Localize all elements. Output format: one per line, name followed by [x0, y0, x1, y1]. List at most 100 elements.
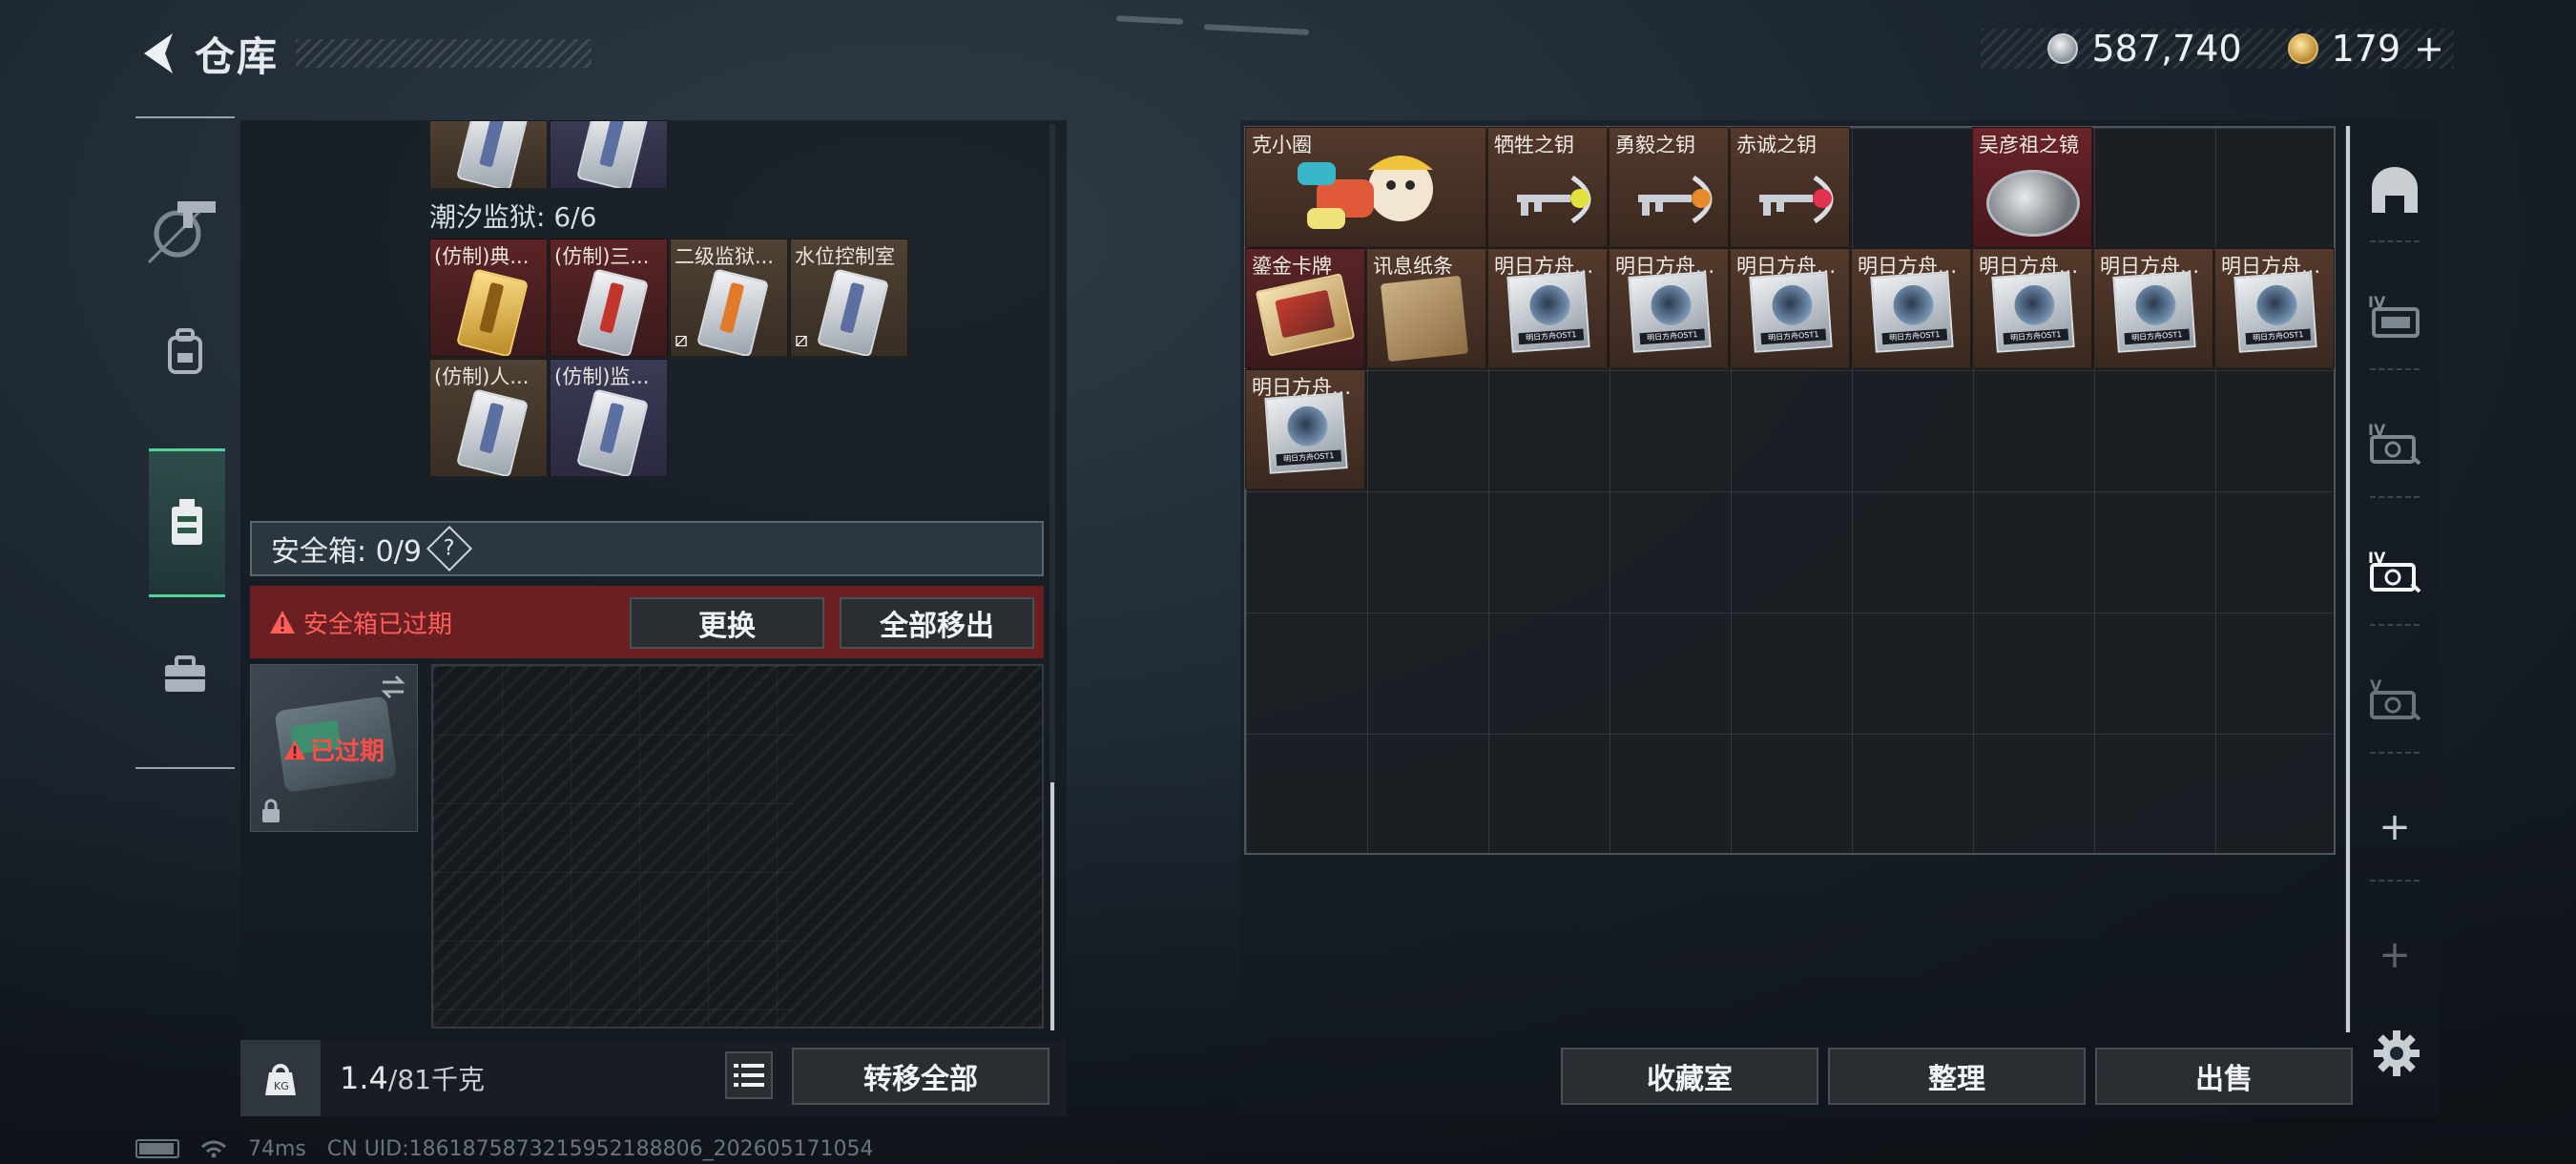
- ost-album-image: 明日方舟OST1: [1749, 271, 1833, 353]
- section-title: 潮汐监狱: 6/6: [429, 201, 597, 233]
- silver-coin-icon: [2047, 33, 2079, 64]
- stash-item[interactable]: (仿制)监...: [550, 359, 668, 477]
- silver-amount: 587,740: [2091, 28, 2242, 70]
- key-icon: [1517, 176, 1591, 223]
- storage-case-icon: IV: [2368, 421, 2421, 466]
- stash-item[interactable]: (仿制)三...: [550, 239, 668, 357]
- damaged-icon: ⧄: [675, 328, 688, 352]
- stash-item[interactable]: (仿制)典...: [429, 239, 548, 357]
- gun-icon: [147, 201, 216, 264]
- storage-item[interactable]: 明日方舟... 明日方舟OST1: [2093, 248, 2213, 368]
- back-arrow-icon[interactable]: [134, 27, 181, 80]
- mirror-image: [1986, 170, 2080, 237]
- swap-icon[interactable]: [379, 673, 407, 701]
- backpack-icon: [168, 328, 202, 374]
- key-icon: [1638, 176, 1713, 223]
- key-icon: [1759, 176, 1834, 223]
- svg-text:KG: KG: [274, 1080, 289, 1092]
- lock-icon: [262, 799, 280, 822]
- sell-button[interactable]: 出售: [2095, 1048, 2353, 1105]
- vest-icon: [172, 499, 202, 545]
- storage-item[interactable]: 吴彦祖之镜: [1972, 127, 2092, 247]
- gold-coin-icon: [2287, 33, 2318, 64]
- safebox-header: 安全箱: 0/9 ?: [250, 521, 1044, 576]
- help-button[interactable]: ?: [426, 525, 472, 572]
- stash-item[interactable]: 二级监狱... ⧄: [670, 239, 788, 357]
- title-decoration: [296, 39, 592, 68]
- ost-album-image: 明日方舟OST1: [2233, 271, 2317, 353]
- storage-item[interactable]: 明日方舟... 明日方舟OST1: [2214, 248, 2335, 368]
- plus-icon: +: [2379, 933, 2411, 977]
- replace-button[interactable]: 更换: [630, 597, 824, 649]
- storage-item[interactable]: 鎏金卡牌: [1245, 248, 1365, 368]
- list-view-button[interactable]: [725, 1051, 773, 1099]
- storage-page-nav: IV IV IV V + +: [2360, 126, 2429, 1118]
- toolbox-tab[interactable]: [135, 613, 235, 737]
- safebox-case-slot[interactable]: 已过期: [250, 664, 418, 832]
- storage-page-3-active[interactable]: IV: [2360, 508, 2429, 635]
- gold-amount: 179: [2331, 28, 2401, 70]
- transfer-all-button[interactable]: 转移全部: [792, 1048, 1049, 1105]
- ost-album-image: 明日方舟OST1: [1628, 271, 1712, 353]
- storage-item[interactable]: 明日方舟... 明日方舟OST1: [1487, 248, 1608, 368]
- ost-album-image: 明日方舟OST1: [2112, 271, 2196, 353]
- ost-album-image: 明日方舟OST1: [1870, 271, 1954, 353]
- backpack-tab[interactable]: [135, 290, 235, 414]
- storage-item[interactable]: 明日方舟... 明日方舟OST1: [1851, 248, 1971, 368]
- loadout-bottom-bar: KG 1.4/81千克 转移全部: [240, 1040, 1067, 1116]
- gold-add-button[interactable]: +: [2414, 28, 2444, 70]
- status-bar: 74ms CN UID:1861875873215952188806_20260…: [135, 1136, 874, 1161]
- storage-item[interactable]: 明日方舟... 明日方舟OST1: [1609, 248, 1729, 368]
- add-storage-page-button[interactable]: +: [2360, 763, 2429, 891]
- expired-notice: 安全箱已过期: [303, 610, 453, 639]
- vest-tab[interactable]: [149, 448, 225, 597]
- list-icon: [734, 1064, 764, 1087]
- wifi-icon: [201, 1140, 226, 1158]
- safebox-grid[interactable]: [431, 664, 1044, 1029]
- storage-item[interactable]: 牺牲之钥: [1487, 127, 1608, 247]
- page-title: 仓库: [195, 32, 280, 80]
- storage-item[interactable]: 明日方舟... 明日方舟OST1: [1730, 248, 1850, 368]
- weight-readout: 1.4/81千克: [340, 1060, 485, 1096]
- stash-item[interactable]: 水位控制室 ⧄: [790, 239, 908, 357]
- sort-button[interactable]: 整理: [1828, 1048, 2086, 1105]
- ost-album-image: 明日方舟OST1: [1506, 271, 1590, 353]
- storage-item[interactable]: 讯息纸条: [1366, 248, 1486, 368]
- safebox-title: 安全箱: 0/9: [271, 535, 422, 569]
- battery-icon: [135, 1139, 179, 1158]
- storage-item[interactable]: 明日方舟... 明日方舟OST1: [1245, 369, 1365, 489]
- storage-scroll-thumb[interactable]: [2346, 126, 2350, 1032]
- gear-icon[interactable]: [2372, 1029, 2421, 1078]
- storage-case-icon: IV: [2368, 549, 2421, 593]
- left-nav: [135, 116, 239, 769]
- warning-icon: [270, 611, 295, 634]
- ost-album-image: 明日方舟OST1: [1264, 392, 1348, 474]
- weight-icon: KG: [240, 1040, 321, 1116]
- storage-item[interactable]: 克小圈: [1245, 127, 1486, 247]
- paper-note-image: [1380, 275, 1469, 363]
- stash-slot-partial[interactable]: [429, 120, 548, 189]
- storage-page-4[interactable]: V: [2360, 635, 2429, 763]
- storage-page-1[interactable]: IV: [2360, 252, 2429, 380]
- plus-icon: +: [2379, 805, 2411, 849]
- stash-item[interactable]: (仿制)人...: [429, 359, 548, 477]
- storage-page-2[interactable]: IV: [2360, 380, 2429, 508]
- storage-item[interactable]: 勇毅之钥: [1609, 127, 1729, 247]
- case-expired-label: 已过期: [310, 738, 385, 766]
- storage-case-icon: IV: [2368, 293, 2420, 338]
- top-bar: 仓库: [134, 25, 592, 82]
- storage-item[interactable]: 明日方舟... 明日方舟OST1: [1972, 248, 2092, 368]
- damaged-icon: ⧄: [795, 328, 808, 352]
- loadout-scroll-thumb[interactable]: [1050, 782, 1054, 1030]
- ping-readout: 74ms: [248, 1136, 306, 1161]
- weapon-tab[interactable]: [135, 164, 235, 288]
- storage-page-helmet[interactable]: [2360, 126, 2429, 254]
- storage-item[interactable]: 赤诚之钥: [1730, 127, 1850, 247]
- uid-readout: CN UID:1861875873215952188806_2026051710…: [326, 1136, 874, 1161]
- stash-slot-partial[interactable]: [550, 120, 668, 189]
- collection-room-button[interactable]: 收藏室: [1561, 1048, 1818, 1105]
- warning-icon: [284, 739, 305, 759]
- remove-all-button[interactable]: 全部移出: [840, 597, 1034, 649]
- gold-card-image: [1255, 273, 1356, 357]
- toolbox-icon: [165, 655, 205, 692]
